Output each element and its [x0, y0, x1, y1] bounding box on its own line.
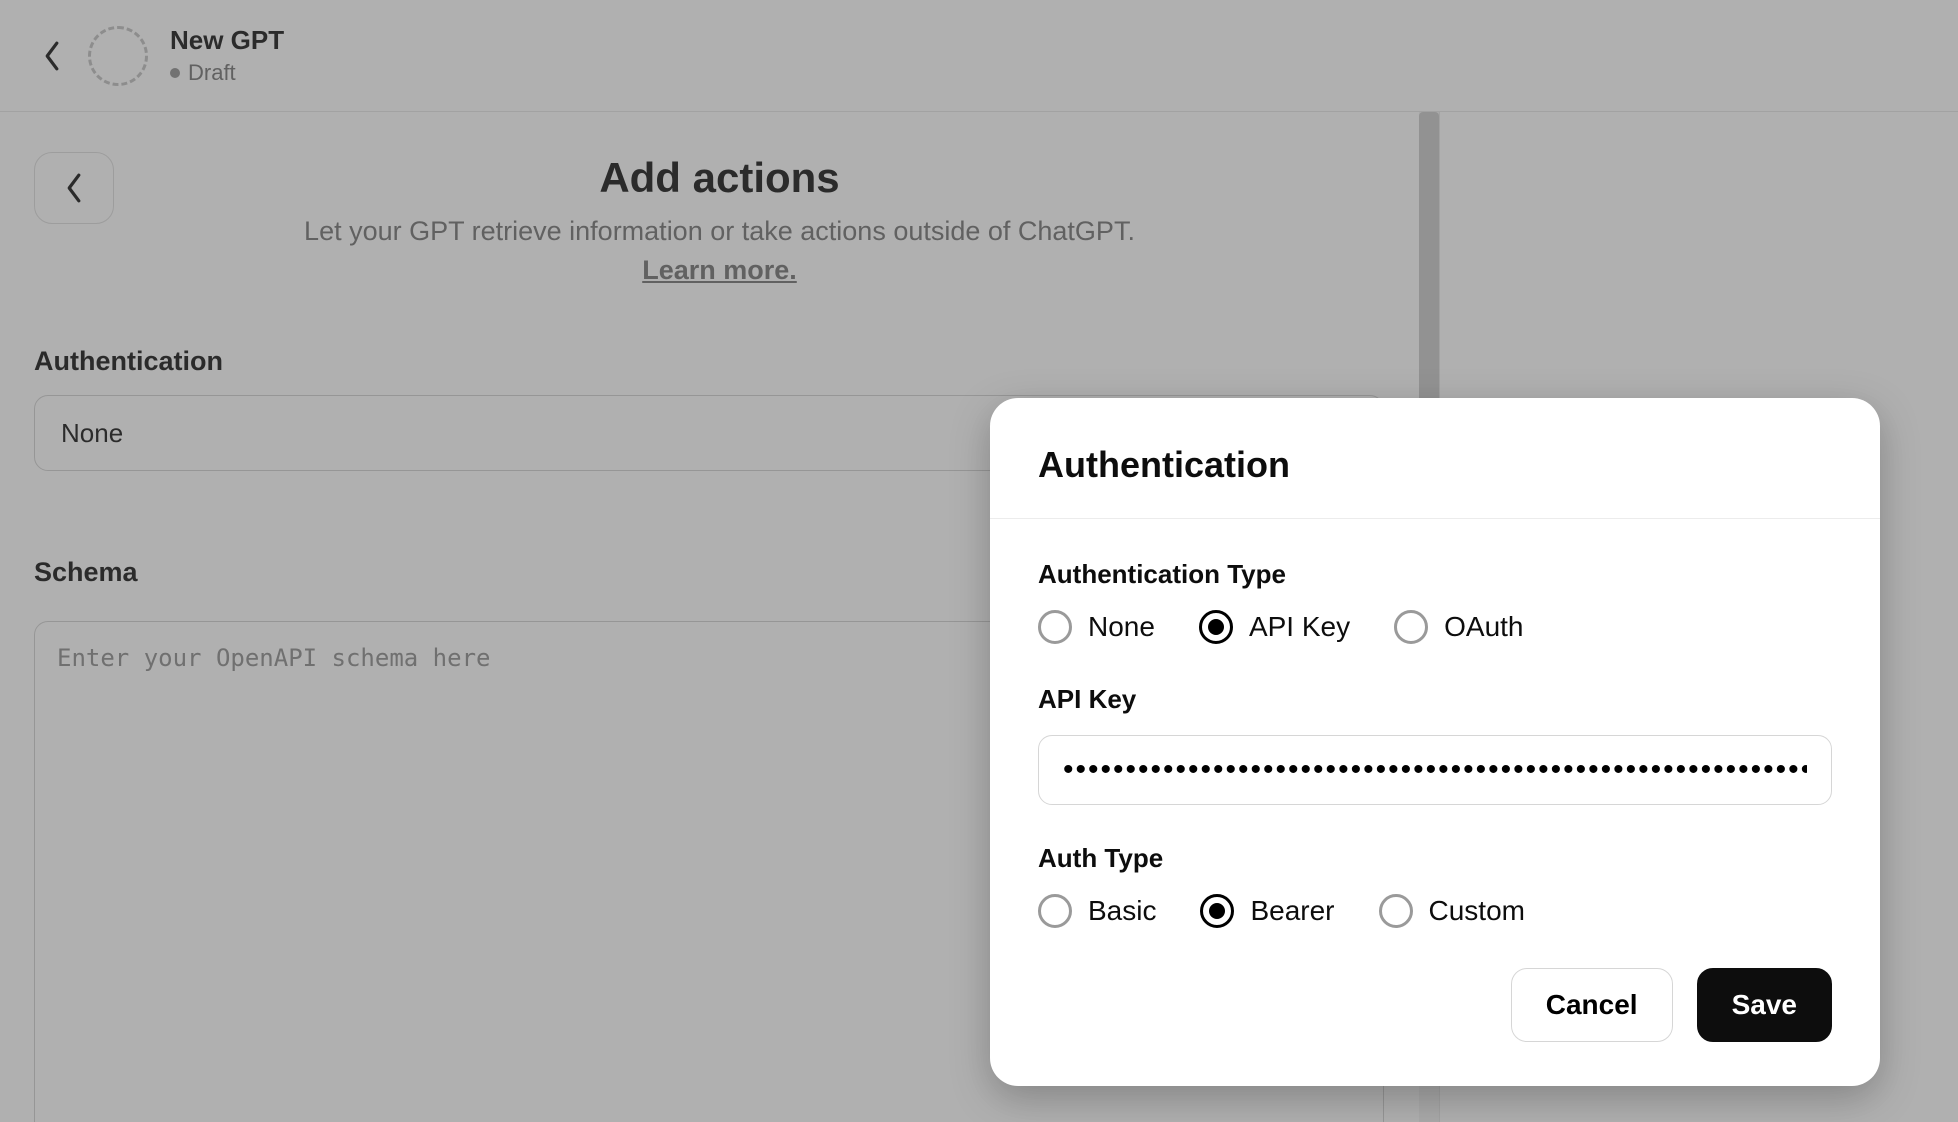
radio-icon	[1394, 610, 1428, 644]
radio-icon	[1199, 610, 1233, 644]
sub-auth-type-label: Auth Type	[1038, 843, 1832, 874]
radio-label: Bearer	[1250, 895, 1334, 927]
modal-header: Authentication	[990, 398, 1880, 518]
modal-footer: Cancel Save	[990, 958, 1880, 1086]
auth-type-option-none[interactable]: None	[1038, 610, 1155, 644]
api-key-input[interactable]	[1038, 735, 1832, 805]
radio-label: OAuth	[1444, 611, 1523, 643]
radio-label: API Key	[1249, 611, 1350, 643]
radio-dot-icon	[1209, 903, 1225, 919]
modal-title: Authentication	[1038, 444, 1832, 486]
sub-auth-radio-group: Basic Bearer Custom	[1038, 894, 1832, 928]
radio-icon	[1200, 894, 1234, 928]
modal-overlay[interactable]: Authentication Authentication Type None …	[0, 0, 1958, 1122]
modal-body: Authentication Type None API Key OAuth	[990, 519, 1880, 958]
radio-icon	[1038, 894, 1072, 928]
auth-type-label: Authentication Type	[1038, 559, 1832, 590]
authentication-modal: Authentication Authentication Type None …	[990, 398, 1880, 1086]
auth-type-option-oauth[interactable]: OAuth	[1394, 610, 1523, 644]
save-button-label: Save	[1732, 989, 1797, 1021]
radio-label: None	[1088, 611, 1155, 643]
sub-auth-option-bearer[interactable]: Bearer	[1200, 894, 1334, 928]
auth-type-radio-group: None API Key OAuth	[1038, 610, 1832, 644]
auth-type-option-api-key[interactable]: API Key	[1199, 610, 1350, 644]
radio-icon	[1038, 610, 1072, 644]
app-root: New GPT Draft Add actions Let your GPT r…	[0, 0, 1958, 1122]
radio-label: Custom	[1429, 895, 1525, 927]
save-button[interactable]: Save	[1697, 968, 1832, 1042]
radio-label: Basic	[1088, 895, 1156, 927]
cancel-button-label: Cancel	[1546, 989, 1638, 1021]
cancel-button[interactable]: Cancel	[1511, 968, 1673, 1042]
api-key-label: API Key	[1038, 684, 1832, 715]
sub-auth-option-basic[interactable]: Basic	[1038, 894, 1156, 928]
radio-icon	[1379, 894, 1413, 928]
radio-dot-icon	[1208, 619, 1224, 635]
sub-auth-option-custom[interactable]: Custom	[1379, 894, 1525, 928]
